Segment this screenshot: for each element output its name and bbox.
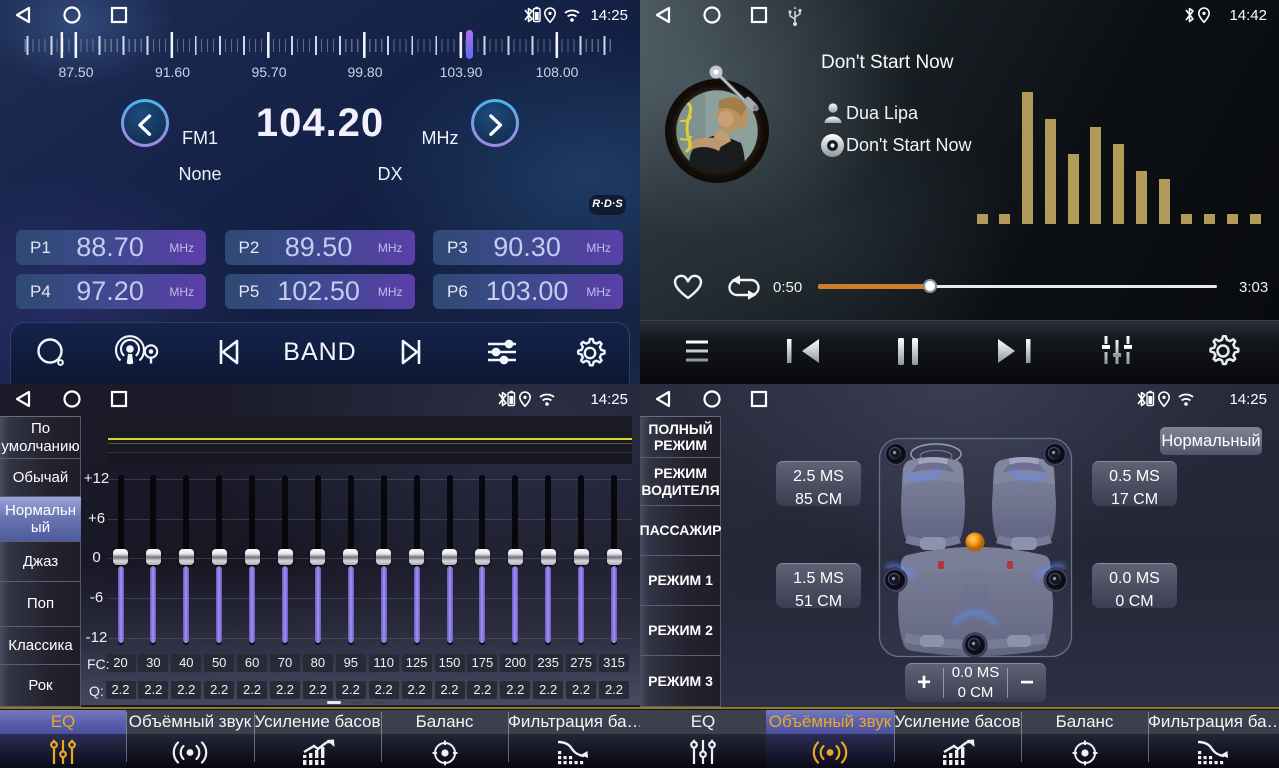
svg-text:BAND: BAND: [283, 338, 356, 366]
